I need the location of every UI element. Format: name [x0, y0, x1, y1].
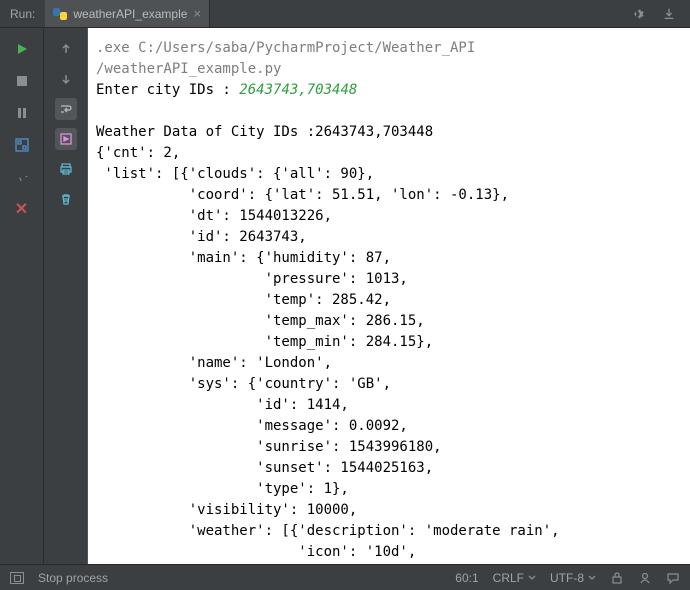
file-encoding[interactable]: UTF-8 [550, 571, 596, 585]
prompt-user-input: 2643743,703448 [239, 82, 357, 98]
layout-icon [15, 138, 29, 152]
scroll-to-end-button[interactable] [55, 128, 77, 150]
user-icon [638, 571, 652, 585]
delete-button[interactable] [55, 188, 77, 210]
caret-position[interactable]: 60:1 [455, 571, 478, 585]
up-stack-button[interactable] [55, 38, 77, 60]
close-tab-icon[interactable]: × [193, 7, 201, 20]
pause-icon [16, 107, 28, 119]
settings-button[interactable] [626, 3, 648, 25]
run-tab[interactable]: weatherAPI_example × [45, 0, 210, 27]
gear-icon [630, 7, 644, 21]
close-panel-button[interactable]: ✕ [11, 198, 33, 220]
scroll-end-icon [59, 132, 73, 146]
stop-square-icon [16, 75, 28, 87]
chat-icon [666, 571, 680, 585]
encoding-label: UTF-8 [550, 571, 584, 585]
close-x-icon: ✕ [15, 199, 28, 219]
pin-icon [15, 170, 29, 184]
arrow-up-icon [60, 43, 72, 55]
python-file-icon [53, 7, 67, 21]
download-icon [662, 7, 676, 21]
download-button[interactable] [658, 3, 680, 25]
lock-icon [610, 571, 624, 585]
ide-feedback-button[interactable] [666, 571, 680, 585]
chevron-down-icon [528, 574, 536, 582]
soft-wrap-button[interactable] [55, 98, 77, 120]
line-separator-label: CRLF [493, 571, 524, 585]
account-button[interactable] [638, 571, 652, 585]
console-text: .exe C:/Users/saba/PycharmProject/Weathe… [96, 38, 682, 563]
pin-button[interactable] [11, 166, 33, 188]
trash-icon [59, 192, 73, 206]
arrow-down-icon [60, 73, 72, 85]
tool-window-icon[interactable] [10, 572, 24, 584]
pause-button[interactable] [11, 102, 33, 124]
read-only-toggle[interactable] [610, 571, 624, 585]
exe-path-1: .exe C:/Users/saba/PycharmProject/Weathe… [96, 40, 475, 56]
console-output[interactable]: .exe C:/Users/saba/PycharmProject/Weathe… [88, 28, 690, 564]
down-stack-button[interactable] [55, 68, 77, 90]
stop-button[interactable] [11, 70, 33, 92]
printer-icon [59, 162, 73, 176]
layout-button[interactable] [11, 134, 33, 156]
print-button[interactable] [55, 158, 77, 180]
rerun-button[interactable] [11, 38, 33, 60]
exe-path-2: /weatherAPI_example.py [96, 61, 281, 77]
play-icon [15, 42, 29, 56]
program-output: Weather Data of City IDs :2643743,703448… [96, 124, 560, 560]
run-tool-label: Run: [0, 0, 45, 27]
chevron-down-icon [588, 574, 596, 582]
prompt-label: Enter city IDs : [96, 82, 239, 98]
soft-wrap-icon [59, 102, 73, 116]
line-separator[interactable]: CRLF [493, 571, 536, 585]
status-message: Stop process [38, 571, 108, 585]
tab-title: weatherAPI_example [73, 7, 187, 21]
